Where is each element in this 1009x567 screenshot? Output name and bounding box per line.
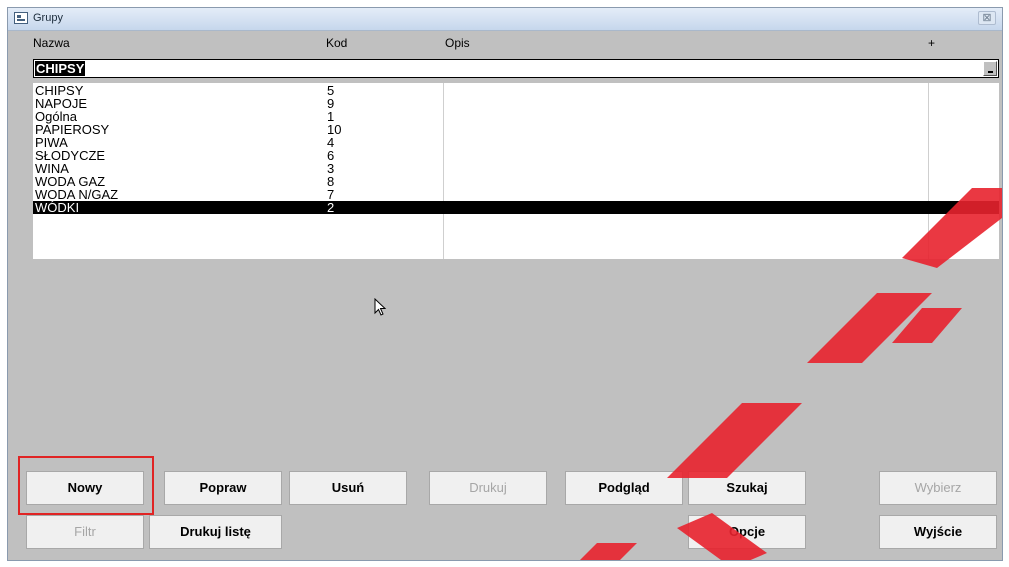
filter-button[interactable]: Filtr [26,515,144,549]
table-row[interactable]: WODA GAZ 8 [33,175,999,188]
app-icon [14,12,28,24]
edit-button[interactable]: Popraw [164,471,282,505]
search-button[interactable]: Szukaj [688,471,806,505]
table-row[interactable]: NAPOJE 9 [33,97,999,110]
groups-list: CHIPSY 5 NAPOJE 9 Ogólna 1 PAPIEROSY 10 PIWA 4 SŁO… [33,83,999,259]
close-button[interactable]: ⊠ [978,11,996,25]
table-row[interactable]: CHIPSY 5 [33,84,999,97]
window-title: Grupy [33,12,63,24]
options-button[interactable]: Opcje [688,515,806,549]
select-button[interactable]: Wybierz [879,471,997,505]
dropdown-arrow-icon[interactable] [983,61,997,76]
new-button-highlight [18,456,154,515]
row-name: WÓDKI [35,200,80,215]
column-header-name[interactable]: Nazwa [33,36,70,50]
table-row[interactable]: WODA N/GAZ 7 [33,188,999,201]
delete-button[interactable]: Usuń [289,471,407,505]
title-bar: Grupy ⊠ [8,8,1002,31]
table-row[interactable]: PIWA 4 [33,136,999,149]
mouse-pointer-icon [374,298,387,316]
column-header-description[interactable]: Opis [445,36,470,50]
column-header-code[interactable]: Kod [326,36,347,50]
search-input[interactable]: CHIPSY [35,61,86,76]
groups-window: Grupy ⊠ Nazwa Kod Opis + CHIPSY CHIPSY 5 N… [7,7,1003,561]
table-row[interactable]: WÓDKI 2 [33,201,999,214]
table-row[interactable]: Ogólna 1 [33,110,999,123]
print-button[interactable]: Drukuj [429,471,547,505]
table-row[interactable]: SŁODYCZE 6 [33,149,999,162]
table-row[interactable]: PAPIEROSY 10 [33,123,999,136]
preview-button[interactable]: Podgląd [565,471,683,505]
print-list-button[interactable]: Drukuj listę [149,515,282,549]
column-header-extra[interactable]: + [928,36,935,50]
row-code: 2 [327,200,335,215]
search-combobox[interactable]: CHIPSY [33,59,999,78]
table-row[interactable]: WINA 3 [33,162,999,175]
exit-button[interactable]: Wyjście [879,515,997,549]
